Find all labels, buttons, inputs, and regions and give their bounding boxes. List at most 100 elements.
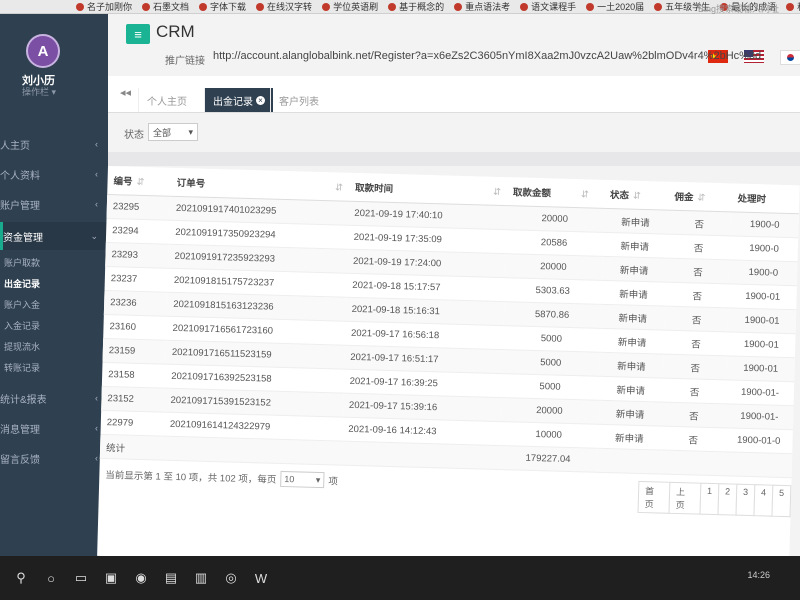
flag-kr-icon[interactable] bbox=[780, 50, 800, 65]
bookmark-item[interactable]: 石墨文档 bbox=[142, 0, 189, 13]
tabs-back-icon[interactable]: ◂◂ bbox=[120, 86, 131, 99]
sidebar-subitem-withdrawal-records[interactable]: 出金记录 bbox=[4, 277, 40, 290]
status-filter-select[interactable]: 全部 ▾ bbox=[148, 123, 198, 141]
cell-amount: 5303.63 bbox=[503, 277, 602, 305]
sidebar-subitem-withdraw[interactable]: 账户取款 bbox=[4, 256, 40, 269]
sidebar-subitem-transfer-records[interactable]: 转账记录 bbox=[4, 361, 40, 374]
page-size-value: 10 bbox=[284, 474, 295, 485]
empty-cell bbox=[596, 448, 662, 475]
folder-icon[interactable]: ▥ bbox=[190, 567, 212, 589]
pagination-info-prefix: 当前显示第 1 至 10 项，共 102 项，每页 bbox=[105, 470, 277, 486]
avatar[interactable]: A bbox=[26, 34, 60, 68]
chevron-left-icon: ‹ bbox=[95, 169, 98, 179]
bookmark-item[interactable]: 字体下载 bbox=[199, 0, 246, 13]
column-header-withdraw-time[interactable]: 取款时间 ⇵ bbox=[348, 172, 508, 206]
cell-status: 新申请 bbox=[598, 376, 664, 403]
clock[interactable]: 14:26 bbox=[747, 570, 770, 580]
cell-id: 22979 bbox=[100, 410, 165, 437]
column-header-id[interactable]: 编号 ⇵ bbox=[107, 166, 172, 197]
user-role[interactable]: 操作栏 ▾ bbox=[22, 85, 56, 98]
store-icon[interactable]: ▣ bbox=[100, 567, 122, 589]
bookmark-label: 在线汉字转 bbox=[267, 2, 313, 12]
sidebar-item-label: 消息管理 bbox=[0, 424, 40, 436]
cell-amount: 5000 bbox=[501, 373, 599, 401]
bookmark-icon bbox=[454, 2, 463, 11]
cell-commission: 否 bbox=[664, 330, 728, 356]
bookmark-icon bbox=[786, 2, 795, 11]
empty-cell bbox=[162, 436, 343, 466]
browser-search-hint[interactable]: Bing搜索或输入网址 bbox=[698, 2, 779, 15]
task-view-icon[interactable]: ▭ bbox=[70, 567, 92, 589]
tab-withdrawal-records[interactable]: 出金记录 × bbox=[204, 88, 273, 112]
cell-status: 新申请 bbox=[598, 352, 665, 379]
pagination-page-2[interactable]: 2 bbox=[717, 483, 738, 516]
promo-link-label: 推广链接 bbox=[165, 56, 205, 67]
pagination-page-5[interactable]: 5 bbox=[771, 484, 792, 518]
column-header-commission[interactable]: 佣金 ⇵ bbox=[668, 181, 732, 212]
cortana-icon[interactable]: ○ bbox=[40, 567, 62, 589]
word-icon[interactable]: W bbox=[250, 567, 272, 589]
chevron-left-icon: ‹ bbox=[95, 393, 98, 403]
bookmarks-bar: 名子加刚你 石墨文档 字体下载 在线汉字转 学位英语刷 基于概念的 重点语法考 语文课程手 一土… bbox=[0, 0, 800, 14]
column-header-status[interactable]: 状态 ⇵ bbox=[603, 179, 669, 211]
bookmark-item[interactable]: 学位英语刷 bbox=[322, 0, 378, 13]
cell-id: 23236 bbox=[103, 290, 168, 317]
bookmark-label: 重点语法考 bbox=[465, 2, 511, 12]
column-header-processed-time[interactable]: 处理时 bbox=[731, 183, 800, 214]
cell-commission: 否 bbox=[666, 258, 730, 284]
cell-commission: 否 bbox=[661, 426, 726, 452]
search-icon[interactable]: ⚲ bbox=[10, 567, 32, 589]
bookmark-item[interactable]: 在线汉字转 bbox=[256, 0, 312, 13]
sidebar-subitem-deposit-records[interactable]: 入金记录 bbox=[4, 319, 40, 332]
bookmark-item[interactable]: 重点语法考 bbox=[454, 0, 510, 13]
bookmark-item[interactable]: 基于概念的 bbox=[388, 0, 444, 13]
pagination-prev-button[interactable]: 上页 bbox=[668, 481, 702, 515]
pagination-page-3[interactable]: 3 bbox=[735, 483, 756, 517]
sidebar-subitem-deposit[interactable]: 账户入金 bbox=[4, 298, 40, 311]
bookmark-label: 基于概念的 bbox=[399, 2, 445, 12]
sidebar-item-stats[interactable]: 统计&报表 ‹ bbox=[0, 384, 108, 412]
sidebar-item-home[interactable]: 人主页 ‹ bbox=[0, 130, 108, 158]
sidebar-item-funds[interactable]: 资金管理 ⌄ bbox=[0, 222, 108, 250]
bookmark-label: 语文课程手 bbox=[531, 2, 577, 12]
cell-processed-time: 1900-01- bbox=[725, 403, 794, 430]
sidebar-item-feedback[interactable]: 留言反馈 ‹ bbox=[0, 444, 108, 472]
pagination-first-button[interactable]: 首页 bbox=[637, 480, 671, 514]
os-taskbar: ⚲ ○ ▭ ▣ ◉ ▤ ▥ ◎ W 14:26 bbox=[0, 556, 800, 600]
browser-icon[interactable]: ◎ bbox=[220, 567, 242, 589]
tab-bar: ◂◂ 个人主页 出金记录 × 客户列表 bbox=[108, 76, 800, 113]
sidebar-subitem-withdraw-flow[interactable]: 提现流水 bbox=[4, 340, 40, 353]
edge-icon[interactable]: ◉ bbox=[130, 567, 152, 589]
menu-toggle-button[interactable]: ≡ bbox=[126, 24, 150, 44]
empty-cell bbox=[723, 451, 793, 478]
sidebar-item-label: 人主页 bbox=[0, 140, 30, 152]
file-explorer-icon[interactable]: ▤ bbox=[160, 567, 182, 589]
cell-status: 新申请 bbox=[602, 208, 669, 235]
tab-home[interactable]: 个人主页 bbox=[138, 88, 195, 112]
bookmark-item[interactable]: 语文课程手 bbox=[520, 0, 576, 13]
sidebar-item-accounts[interactable]: 账户管理 ‹ bbox=[0, 190, 108, 218]
column-header-amount[interactable]: 取款金额 ⇵ bbox=[506, 177, 605, 209]
bookmark-label: 学位英语刷 bbox=[333, 2, 379, 12]
close-icon[interactable]: × bbox=[256, 95, 265, 105]
chevron-left-icon: ‹ bbox=[95, 453, 98, 463]
sidebar-item-label: 个人资料 bbox=[0, 170, 40, 182]
page-size-select[interactable]: 10 ▾ bbox=[280, 470, 325, 489]
cell-amount: 20000 bbox=[500, 397, 599, 425]
bookmark-item[interactable]: 一土2020届 bbox=[586, 0, 644, 13]
chevron-down-icon: ⌄ bbox=[90, 230, 98, 241]
promo-link-url[interactable]: http://account.alanglobalbink.net/Regist… bbox=[213, 50, 761, 62]
bookmark-icon bbox=[142, 2, 151, 11]
pagination-page-4[interactable]: 4 bbox=[753, 484, 774, 517]
bookmark-item[interactable]: 名子加刚你 bbox=[76, 0, 132, 13]
cell-commission: 否 bbox=[662, 402, 726, 428]
tab-clients[interactable]: 客户列表 bbox=[270, 88, 327, 112]
cell-processed-time: 1900-01- bbox=[725, 379, 795, 406]
cell-amount: 20000 bbox=[504, 253, 603, 281]
sidebar-item-profile[interactable]: 个人资料 ‹ bbox=[0, 160, 108, 188]
sidebar-item-messages[interactable]: 消息管理 ‹ bbox=[0, 414, 108, 442]
chevron-down-icon: ▾ bbox=[188, 126, 193, 137]
cell-amount: 20586 bbox=[505, 229, 603, 257]
pagination-page-1[interactable]: 1 bbox=[699, 482, 720, 516]
bookmark-item[interactable]: 种情（一边 bbox=[786, 0, 800, 13]
